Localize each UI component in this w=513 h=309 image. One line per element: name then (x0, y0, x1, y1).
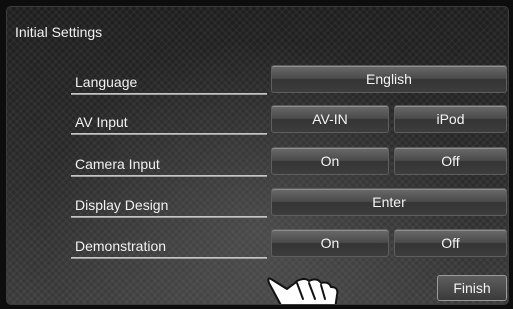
av-input-av-in-button[interactable]: AV-IN (271, 105, 389, 133)
finish-button[interactable]: Finish (437, 275, 507, 301)
setting-label-display-design: Display Design (71, 194, 267, 218)
camera-input-off-button[interactable]: Off (394, 147, 507, 175)
demonstration-off-button[interactable]: Off (394, 229, 507, 257)
demonstration-on-button[interactable]: On (271, 229, 389, 257)
language-button[interactable]: English (271, 65, 507, 93)
setting-label-camera-input: Camera Input (71, 153, 267, 177)
page-title: Initial Settings (15, 24, 103, 40)
setting-label-demonstration: Demonstration (71, 235, 267, 259)
tap-hand-icon (267, 277, 339, 304)
setting-label-language: Language (71, 71, 267, 95)
setting-label-av-input: AV Input (71, 111, 267, 135)
camera-input-on-button[interactable]: On (271, 147, 389, 175)
av-input-ipod-button[interactable]: iPod (394, 105, 507, 133)
initial-settings-screen: Initial Settings Language English AV Inp… (6, 6, 509, 305)
display-design-enter-button[interactable]: Enter (271, 188, 507, 216)
